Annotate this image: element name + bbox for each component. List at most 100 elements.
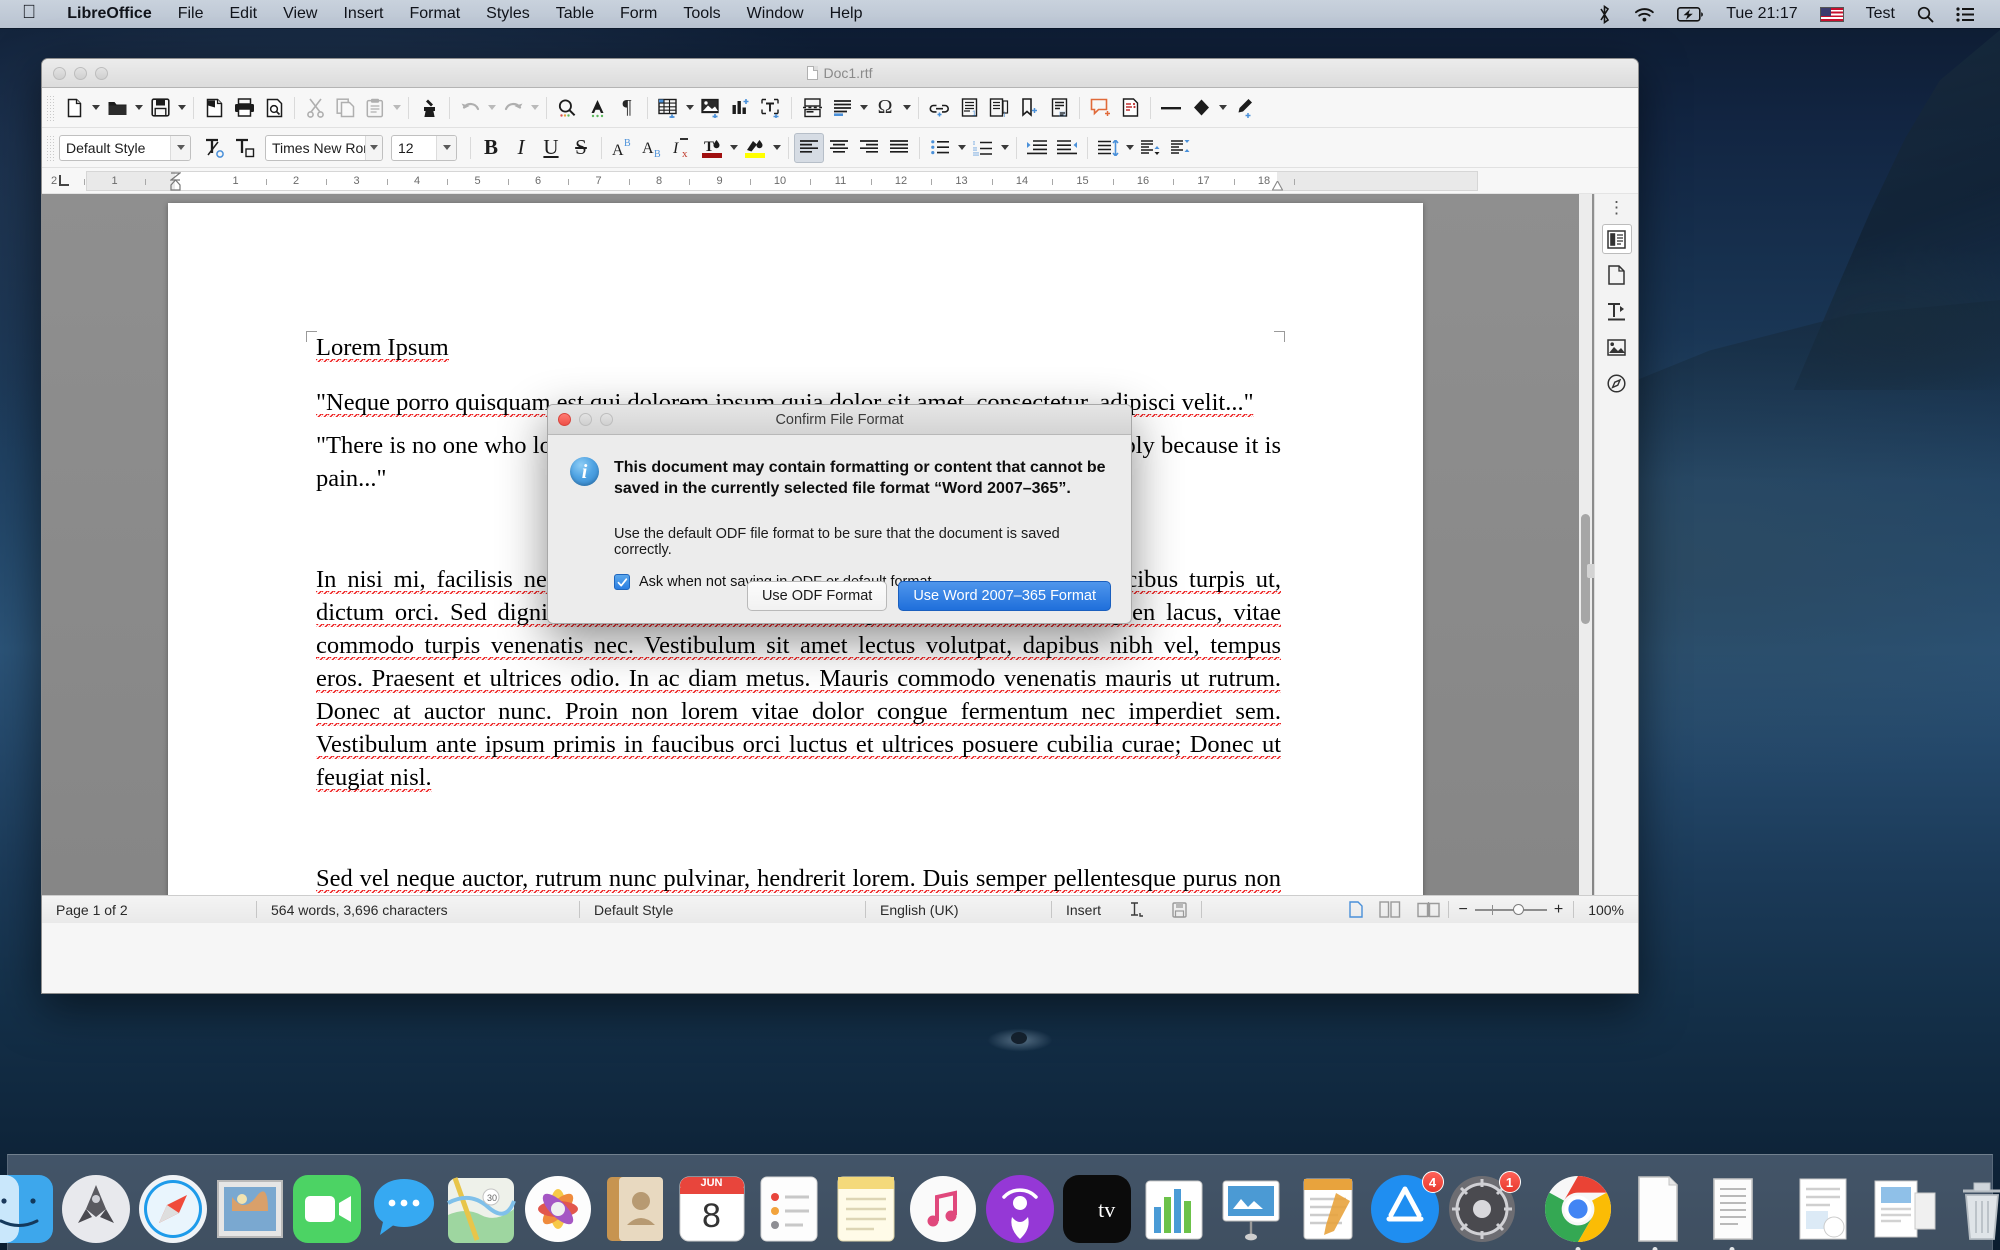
- font-size-combo[interactable]: 12: [391, 134, 457, 161]
- dock-item-app-store[interactable]: 4: [1369, 1171, 1444, 1245]
- menubar-user[interactable]: Test: [1855, 5, 1906, 23]
- status-language[interactable]: English (UK): [866, 896, 1051, 923]
- redo-button[interactable]: [498, 93, 528, 123]
- dock-item-system-preferences[interactable]: 1: [1446, 1171, 1521, 1245]
- font-size-dropdown[interactable]: [436, 135, 456, 160]
- multi-page-view-icon[interactable]: [1371, 901, 1409, 918]
- line-spacing-dropdown[interactable]: [1123, 133, 1136, 163]
- dock-item-libreoffice-writer[interactable]: [1619, 1173, 1691, 1250]
- menu-styles[interactable]: Styles: [473, 0, 543, 28]
- sidebar-settings-dots-icon[interactable]: ⋮: [1608, 199, 1625, 216]
- open-document-button[interactable]: [102, 93, 132, 123]
- dock-item-downloads-stack[interactable]: [1792, 1173, 1864, 1245]
- strikethrough-button[interactable]: S: [566, 133, 596, 163]
- insert-text-box-button[interactable]: [756, 93, 786, 123]
- battery-charging-icon[interactable]: [1666, 6, 1715, 22]
- align-right-button[interactable]: [854, 133, 884, 163]
- book-view-icon[interactable]: [1409, 901, 1448, 918]
- menu-format[interactable]: Format: [396, 0, 473, 28]
- status-page-number[interactable]: Page 1 of 2: [42, 896, 256, 923]
- unordered-list-button[interactable]: [925, 133, 955, 163]
- apple-logo-icon[interactable]: : [22, 2, 36, 24]
- status-word-count[interactable]: 564 words, 3,696 characters: [257, 896, 579, 923]
- zoom-in-button[interactable]: +: [1554, 901, 1563, 919]
- menu-file[interactable]: File: [165, 0, 217, 28]
- undo-dropdown[interactable]: [485, 93, 498, 123]
- font-name-dropdown[interactable]: [364, 135, 382, 160]
- dock-item-launchpad[interactable]: [60, 1173, 132, 1245]
- dock-item-safari[interactable]: [137, 1173, 209, 1245]
- toolbar-grip[interactable]: [46, 134, 55, 161]
- clone-formatting-button[interactable]: [414, 93, 444, 123]
- print-preview-button[interactable]: [259, 93, 289, 123]
- redo-dropdown[interactable]: [528, 93, 541, 123]
- sidebar-item-properties[interactable]: [1601, 224, 1632, 254]
- insert-table-dropdown[interactable]: [683, 93, 696, 123]
- dock-item-mail[interactable]: [214, 1173, 286, 1245]
- insert-cross-reference-button[interactable]: [1044, 93, 1074, 123]
- copy-button[interactable]: [330, 93, 360, 123]
- zoom-knob[interactable]: [1512, 903, 1524, 915]
- sidebar-item-gallery[interactable]: [1602, 332, 1632, 362]
- insert-special-character-dropdown[interactable]: [900, 93, 913, 123]
- wifi-icon[interactable]: [1623, 6, 1666, 23]
- menu-view[interactable]: View: [270, 0, 330, 28]
- minimize-window-button[interactable]: [74, 66, 87, 80]
- dock-item-text-edit[interactable]: [1696, 1173, 1768, 1250]
- status-insert-mode[interactable]: Insert: [1052, 896, 1115, 923]
- dock-item-facetime[interactable]: [291, 1173, 363, 1245]
- menu-window[interactable]: Window: [734, 0, 817, 28]
- insert-table-button[interactable]: [653, 93, 683, 123]
- find-and-replace-button[interactable]: [552, 93, 582, 123]
- export-pdf-button[interactable]: [199, 93, 229, 123]
- ordered-list-dropdown[interactable]: [998, 133, 1011, 163]
- maximize-window-button[interactable]: [95, 66, 108, 80]
- show-draw-functions-button[interactable]: [1229, 93, 1259, 123]
- unsaved-changes-icon[interactable]: [1158, 896, 1201, 923]
- dock-item-pages[interactable]: [1292, 1173, 1364, 1245]
- insert-hyperlink-button[interactable]: [924, 93, 954, 123]
- spotlight-search-icon[interactable]: [1906, 6, 1945, 23]
- save-document-button[interactable]: [145, 93, 175, 123]
- font-size-value[interactable]: 12: [392, 140, 436, 156]
- insert-chart-button[interactable]: [726, 93, 756, 123]
- menu-edit[interactable]: Edit: [217, 0, 271, 28]
- decrease-indent-button[interactable]: [1052, 133, 1082, 163]
- align-justify-button[interactable]: [884, 133, 914, 163]
- new-style-from-selection-button[interactable]: [229, 133, 259, 163]
- dock-item-apple-tv[interactable]: tv: [1061, 1173, 1133, 1245]
- align-center-button[interactable]: [824, 133, 854, 163]
- use-odf-format-button[interactable]: Use ODF Format: [746, 581, 888, 611]
- formatting-marks-button[interactable]: ¶: [612, 93, 642, 123]
- superscript-button[interactable]: AB: [607, 133, 637, 163]
- insert-image-button[interactable]: [696, 93, 726, 123]
- track-changes-button[interactable]: [1115, 93, 1145, 123]
- zoom-level[interactable]: 100%: [1574, 896, 1638, 923]
- use-word-format-button[interactable]: Use Word 2007–365 Format: [898, 581, 1111, 611]
- single-page-view-icon[interactable]: [1341, 901, 1371, 918]
- menu-help[interactable]: Help: [817, 0, 876, 28]
- menubar-clock[interactable]: Tue 21:17: [1715, 5, 1808, 23]
- dock-item-calendar[interactable]: JUN 8: [676, 1173, 748, 1245]
- basic-shapes-button[interactable]: [1186, 93, 1216, 123]
- spelling-button[interactable]: [582, 93, 612, 123]
- selection-mode-icon[interactable]: [1115, 896, 1158, 923]
- first-line-indent-marker[interactable]: [170, 171, 181, 191]
- zoom-track[interactable]: [1474, 903, 1547, 915]
- dock-item-itunes[interactable]: [907, 1173, 979, 1245]
- insert-endnote-button[interactable]: i: [984, 93, 1014, 123]
- dock-item-documents-stack[interactable]: [1869, 1173, 1941, 1245]
- insert-field-button[interactable]: [827, 93, 857, 123]
- menu-tools[interactable]: Tools: [670, 0, 733, 28]
- close-window-button[interactable]: [53, 66, 66, 80]
- update-selected-style-button[interactable]: [199, 133, 229, 163]
- insert-page-break-button[interactable]: [797, 93, 827, 123]
- dialog-title-bar[interactable]: Confirm File Format: [548, 405, 1131, 435]
- paragraph-style-combo[interactable]: Default Style: [59, 134, 191, 161]
- font-color-button[interactable]: T: [697, 133, 727, 163]
- window-title-bar[interactable]: Doc1.rtf: [42, 59, 1638, 88]
- font-name-combo[interactable]: Times New Rom: [265, 134, 383, 161]
- menu-insert[interactable]: Insert: [330, 0, 396, 28]
- bold-button[interactable]: B: [476, 133, 506, 163]
- us-flag-icon[interactable]: [1809, 6, 1855, 22]
